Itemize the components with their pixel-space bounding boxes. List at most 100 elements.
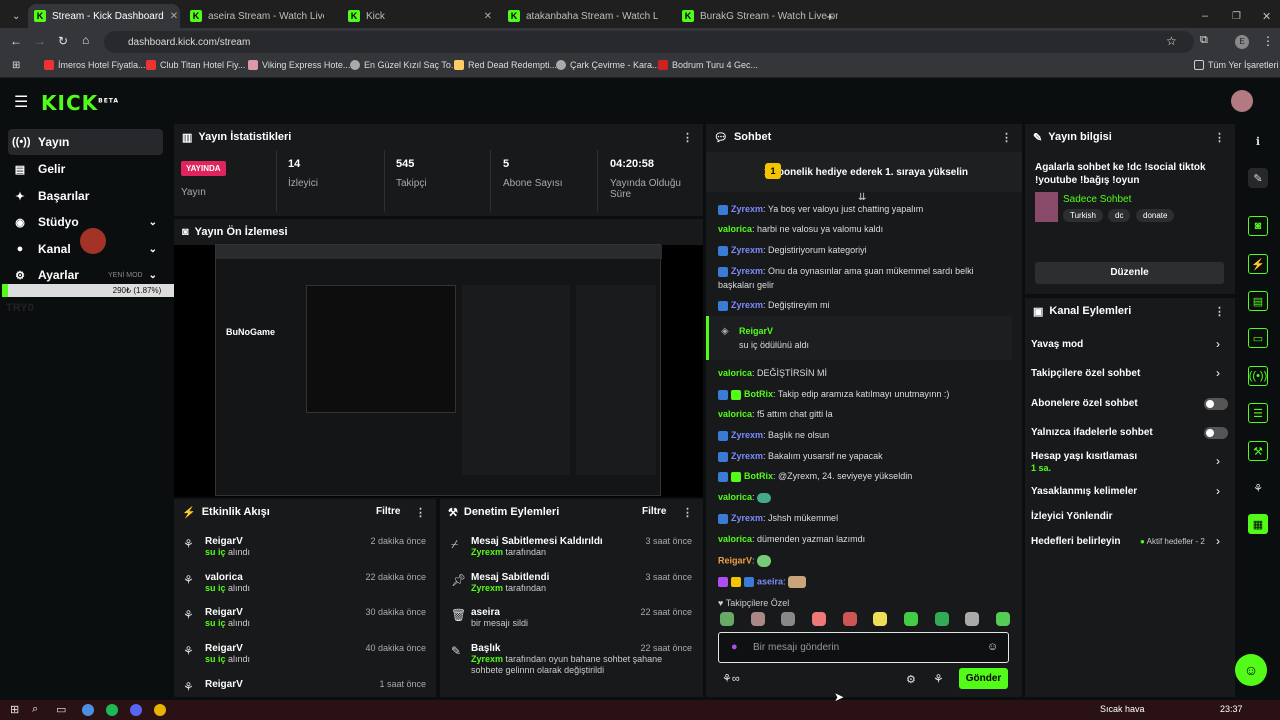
- account-age-label[interactable]: Hesap yaşı kısıtlaması: [1031, 451, 1137, 462]
- sidebar-item-gelir[interactable]: ▤ Gelir: [8, 156, 163, 182]
- emote-icon[interactable]: [750, 612, 765, 626]
- tab-kick[interactable]: K Kick ✕: [342, 4, 498, 28]
- clock-text[interactable]: 23:37: [1220, 704, 1243, 714]
- document-icon[interactable]: ▤: [1248, 291, 1268, 311]
- user-avatar[interactable]: [1231, 90, 1253, 112]
- chat-username[interactable]: Zyrexm: [731, 204, 763, 214]
- redeem-user[interactable]: ReigarV: [739, 326, 773, 336]
- stream-preview-video[interactable]: BuNoGame: [215, 244, 662, 496]
- app-icon[interactable]: [82, 704, 94, 716]
- category-name[interactable]: Sadece Sohbet: [1063, 194, 1131, 205]
- collapse-icon[interactable]: ⇊: [858, 192, 866, 203]
- filter-button[interactable]: Filtre: [376, 506, 400, 517]
- help-chat-icon[interactable]: ☺: [1235, 654, 1267, 686]
- bookmark-item[interactable]: Red Dead Redempti...: [454, 60, 557, 70]
- tab-kick-dashboard[interactable]: K Stream - Kick Dashboard ✕: [28, 4, 180, 28]
- emote-icon[interactable]: [811, 612, 826, 626]
- chat-username[interactable]: Zyrexm: [731, 430, 763, 440]
- search-icon[interactable]: ⌕: [32, 703, 38, 716]
- sidebar-item-basarilar[interactable]: ✦ Başarılar: [8, 183, 163, 209]
- chevron-right-icon[interactable]: ›: [1216, 366, 1220, 380]
- chat-username[interactable]: Zyrexm: [731, 513, 763, 523]
- tab-aseira[interactable]: Kaseira Stream - Watch Live on K✕: [184, 4, 324, 28]
- chat-username[interactable]: BotRix: [744, 389, 773, 399]
- set-goals-label[interactable]: Hedefleri belirleyin: [1031, 536, 1120, 547]
- emote-icon[interactable]: [903, 612, 918, 626]
- back-icon[interactable]: ←: [10, 34, 22, 48]
- chrome-icon[interactable]: [154, 704, 166, 716]
- pinned-gift-banner[interactable]: 11 abonelik hediye ederek 1. sıraya yüks…: [706, 152, 1022, 192]
- tab-search-icon[interactable]: ⌄: [6, 4, 24, 28]
- slow-mode-label[interactable]: Yavaş mod: [1031, 339, 1083, 350]
- info-icon[interactable]: ℹ: [1248, 131, 1268, 151]
- clapper-icon[interactable]: ▦: [1248, 514, 1268, 534]
- reload-icon[interactable]: ↻: [58, 34, 68, 48]
- bookmark-item[interactable]: Çark Çevirme - Kara...: [556, 60, 660, 70]
- chat-icon[interactable]: ▭: [1248, 328, 1268, 348]
- weather-text[interactable]: Sıcak hava: [1100, 704, 1145, 714]
- send-button[interactable]: Gönder: [959, 668, 1008, 689]
- close-icon[interactable]: ✕: [164, 11, 178, 22]
- emote-icon[interactable]: [965, 612, 980, 626]
- more-icon[interactable]: ⋮: [415, 506, 426, 519]
- profile-avatar[interactable]: E: [1235, 35, 1249, 49]
- microphone-icon[interactable]: ●: [731, 641, 738, 653]
- bookmark-item[interactable]: En Güzel Kızıl Saç To...: [350, 60, 458, 70]
- discord-icon[interactable]: [130, 704, 142, 716]
- bookmark-item[interactable]: Viking Express Hote...: [248, 60, 350, 70]
- gear-icon[interactable]: ⚙: [906, 673, 916, 686]
- emote-icon[interactable]: [995, 612, 1010, 626]
- new-tab-icon[interactable]: +: [820, 4, 840, 28]
- banned-words-label[interactable]: Yasaklanmış kelimeler: [1031, 486, 1137, 497]
- more-icon[interactable]: ⋮: [682, 506, 693, 519]
- emote-icon[interactable]: [873, 612, 888, 626]
- hamburger-menu-icon[interactable]: ☰: [14, 92, 28, 112]
- gift-icon[interactable]: ⚘: [933, 672, 944, 686]
- emoji-icon[interactable]: ☺: [987, 641, 998, 653]
- more-icon[interactable]: ⋮: [682, 131, 693, 144]
- chevron-right-icon[interactable]: ›: [1216, 534, 1220, 548]
- chat-username[interactable]: Zyrexm: [731, 300, 763, 310]
- task-view-icon[interactable]: ▭: [56, 703, 66, 716]
- redirect-viewers-label[interactable]: İzleyici Yönlendir: [1031, 511, 1113, 522]
- browser-menu-icon[interactable]: ⋮: [1262, 34, 1274, 48]
- forward-icon[interactable]: →: [34, 34, 46, 48]
- emotes-only-toggle[interactable]: [1204, 427, 1228, 439]
- bookmark-item[interactable]: İmeros Hotel Fiyatla...: [44, 60, 146, 70]
- apps-icon[interactable]: ⊞: [12, 60, 20, 71]
- filter-button[interactable]: Filtre: [642, 506, 666, 517]
- chat-username[interactable]: valorica: [718, 224, 752, 234]
- chat-username[interactable]: valorica: [718, 534, 752, 544]
- wrench-icon[interactable]: ⚒: [1248, 441, 1268, 461]
- chat-username[interactable]: Zyrexm: [731, 245, 763, 255]
- bookmark-star-icon[interactable]: ☆: [1166, 34, 1177, 48]
- chat-input[interactable]: ● Bir mesajı gönderin ☺: [718, 632, 1009, 663]
- tab-burakg[interactable]: KBurakG Stream - Watch Live on✕: [676, 4, 838, 28]
- maximize-icon[interactable]: ❐: [1226, 4, 1247, 28]
- minimize-icon[interactable]: –: [1196, 4, 1214, 28]
- chat-username[interactable]: valorica: [718, 409, 752, 419]
- more-icon[interactable]: ⋮: [1001, 131, 1012, 144]
- kick-logo[interactable]: KICKBETA: [41, 91, 119, 115]
- people-icon[interactable]: ⚘: [1248, 478, 1268, 498]
- chat-username[interactable]: valorica: [718, 368, 752, 378]
- emote-icon[interactable]: [781, 612, 796, 626]
- stack-icon[interactable]: ☰: [1248, 403, 1268, 423]
- edit-button[interactable]: Düzenle: [1035, 262, 1224, 284]
- chat-username[interactable]: Zyrexm: [731, 451, 763, 461]
- tab-atakanbaha[interactable]: Katakanbaha Stream - Watch Liv✕: [502, 4, 658, 28]
- sidebar-item-yayin[interactable]: ((•)) Yayın: [8, 129, 163, 155]
- close-icon[interactable]: ✕: [478, 11, 492, 22]
- chevron-right-icon[interactable]: ›: [1216, 484, 1220, 498]
- extensions-icon[interactable]: ⧉: [1200, 34, 1208, 47]
- window-close-icon[interactable]: ✕: [1256, 4, 1277, 28]
- home-icon[interactable]: ⌂: [82, 33, 89, 47]
- all-bookmarks[interactable]: Tüm Yer İşaretleri: [1194, 60, 1279, 70]
- chevron-right-icon[interactable]: ›: [1216, 454, 1220, 468]
- bolt-icon[interactable]: ⚡: [1248, 254, 1268, 274]
- camera-icon[interactable]: ◙: [1248, 216, 1268, 236]
- chat-username[interactable]: BotRix: [744, 471, 773, 481]
- pencil-icon[interactable]: ✎: [1248, 168, 1268, 188]
- chat-username[interactable]: aseira: [757, 576, 783, 586]
- emote-icon[interactable]: [842, 612, 857, 626]
